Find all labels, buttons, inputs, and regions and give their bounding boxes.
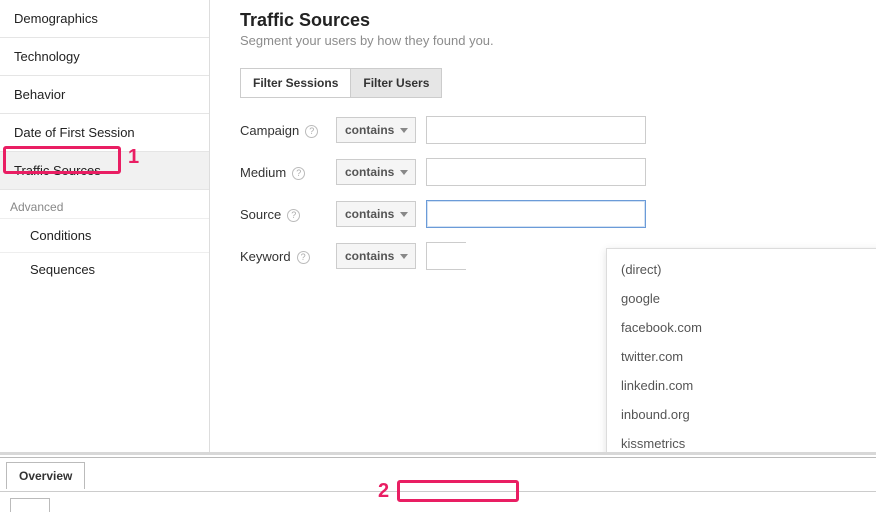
row-campaign: Campaign ? contains: [240, 116, 856, 144]
filter-sessions-button[interactable]: Filter Sessions: [241, 69, 350, 97]
filter-users-button[interactable]: Filter Users: [350, 69, 441, 97]
sidebar-item-behavior[interactable]: Behavior: [0, 75, 209, 113]
keyword-operator-select[interactable]: contains: [336, 243, 416, 269]
campaign-operator-value: contains: [345, 123, 394, 137]
campaign-help-icon[interactable]: ?: [305, 122, 318, 138]
chevron-down-icon: [400, 254, 408, 259]
chevron-down-icon: [400, 170, 408, 175]
sidebar-item-traffic-sources[interactable]: Traffic Sources: [0, 151, 209, 189]
source-operator-value: contains: [345, 207, 394, 221]
sidebar-item-conditions[interactable]: Conditions: [0, 218, 209, 252]
annotation-label-2: 2: [378, 480, 389, 503]
source-label: Source ?: [240, 206, 318, 222]
keyword-help-icon[interactable]: ?: [297, 248, 310, 264]
source-operator-select[interactable]: contains: [336, 201, 416, 227]
sidebar: Demographics Technology Behavior Date of…: [0, 0, 210, 452]
annotation-label-1: 1: [128, 146, 139, 169]
source-help-icon[interactable]: ?: [287, 206, 300, 222]
top-region: Demographics Technology Behavior Date of…: [0, 0, 876, 452]
source-label-text: Source: [240, 207, 281, 222]
medium-label-text: Medium: [240, 165, 286, 180]
sidebar-item-date-of-first-session[interactable]: Date of First Session: [0, 113, 209, 151]
medium-help-icon[interactable]: ?: [292, 164, 305, 180]
chevron-down-icon: [400, 128, 408, 133]
footer-bottom: [0, 491, 876, 513]
sidebar-item-technology[interactable]: Technology: [0, 37, 209, 75]
source-option-linkedin[interactable]: linkedin.com: [607, 371, 876, 400]
tab-strip: Overview: [0, 458, 876, 489]
footer: Overview: [0, 452, 876, 513]
keyword-label: Keyword ?: [240, 248, 318, 264]
source-input[interactable]: [426, 200, 646, 228]
footer-inner: Overview: [0, 457, 876, 513]
medium-operator-select[interactable]: contains: [336, 159, 416, 185]
keyword-operator-value: contains: [345, 249, 394, 263]
source-option-direct[interactable]: (direct): [607, 255, 876, 284]
row-source: Source ? contains: [240, 200, 856, 228]
source-option-kissmetrics[interactable]: kissmetrics: [607, 429, 876, 452]
sidebar-item-demographics[interactable]: Demographics: [0, 0, 209, 37]
medium-input[interactable]: [426, 158, 646, 186]
source-dropdown: (direct) google facebook.com twitter.com…: [606, 248, 876, 452]
chevron-down-icon: [400, 212, 408, 217]
campaign-label: Campaign ?: [240, 122, 318, 138]
source-option-facebook[interactable]: facebook.com: [607, 313, 876, 342]
medium-label: Medium ?: [240, 164, 318, 180]
main-panel: Traffic Sources Segment your users by ho…: [210, 0, 876, 452]
source-option-inbound[interactable]: inbound.org: [607, 400, 876, 429]
campaign-label-text: Campaign: [240, 123, 299, 138]
campaign-operator-select[interactable]: contains: [336, 117, 416, 143]
sidebar-advanced-heading: Advanced: [0, 189, 209, 218]
footer-small-box: [10, 498, 50, 512]
page-title: Traffic Sources: [240, 10, 856, 31]
row-medium: Medium ? contains: [240, 158, 856, 186]
tab-overview[interactable]: Overview: [6, 462, 85, 489]
app-root: Demographics Technology Behavior Date of…: [0, 0, 876, 513]
campaign-input[interactable]: [426, 116, 646, 144]
page-subtitle: Segment your users by how they found you…: [240, 33, 856, 48]
source-option-twitter[interactable]: twitter.com: [607, 342, 876, 371]
sidebar-item-sequences[interactable]: Sequences: [0, 252, 209, 286]
medium-operator-value: contains: [345, 165, 394, 179]
keyword-input[interactable]: [426, 242, 466, 270]
keyword-label-text: Keyword: [240, 249, 291, 264]
source-option-google[interactable]: google: [607, 284, 876, 313]
filter-toggle-group: Filter Sessions Filter Users: [240, 68, 442, 98]
